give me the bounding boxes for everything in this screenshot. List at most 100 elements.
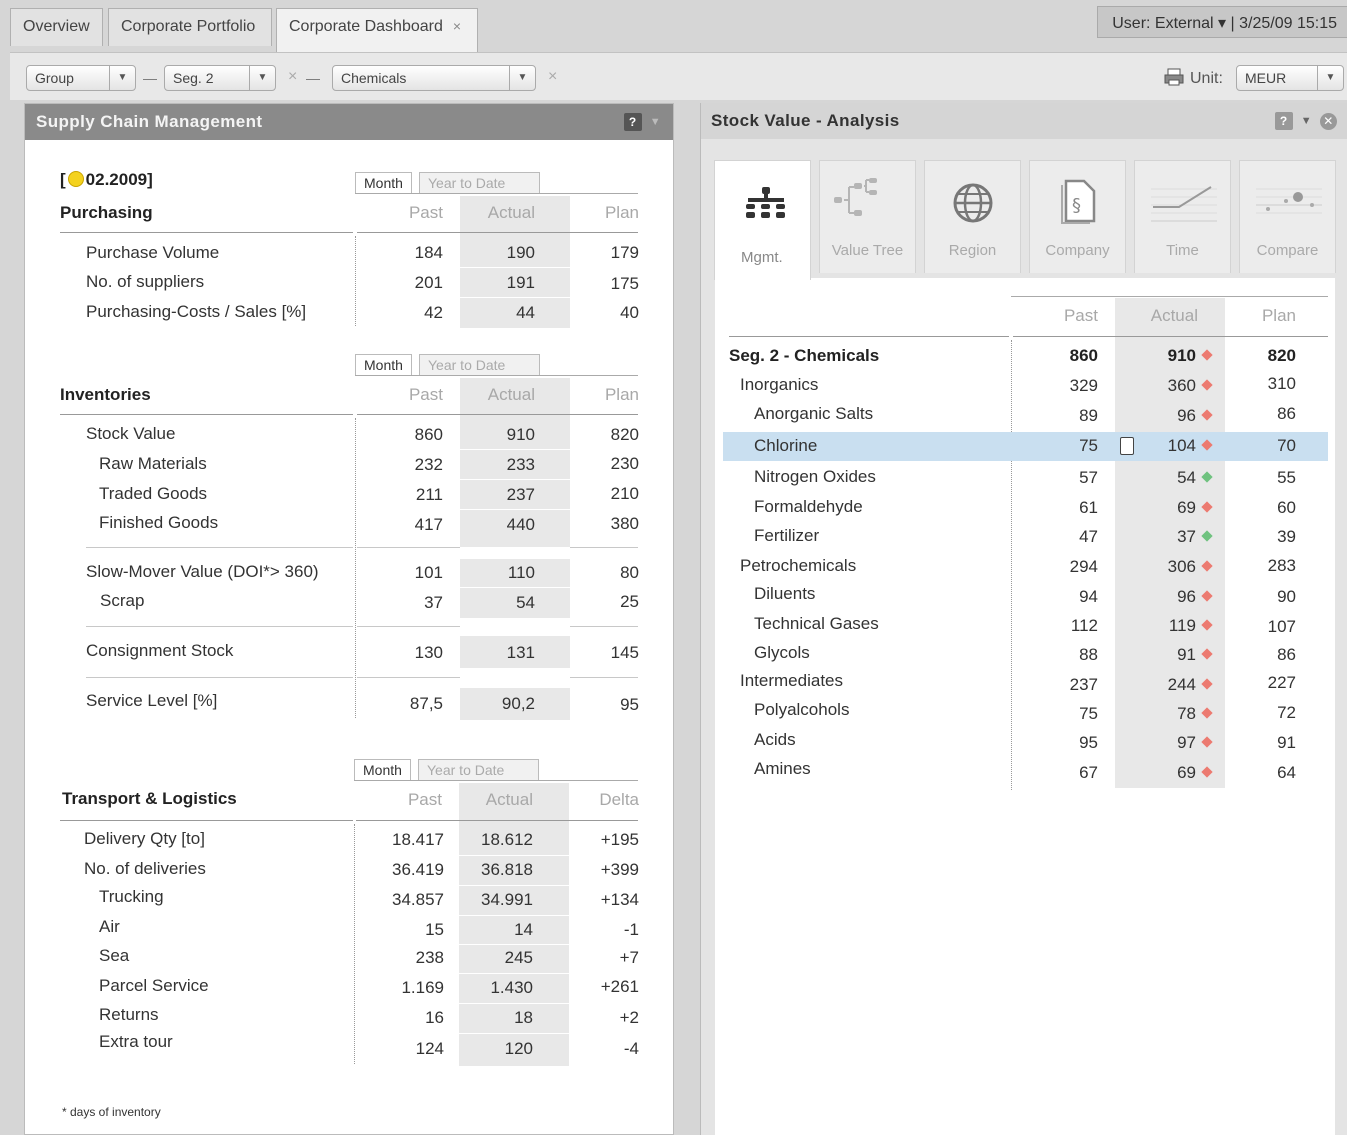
row-label: Anorganic Salts xyxy=(754,404,874,423)
segment-select[interactable]: Seg. 2 ▼ xyxy=(164,65,276,91)
cell-past: 75 xyxy=(1079,436,1098,455)
status-dot-icon xyxy=(67,171,84,187)
tab-label: Mgmt. xyxy=(741,249,783,266)
help-icon[interactable]: ? xyxy=(623,113,642,131)
cell-past: 294 xyxy=(1069,557,1098,576)
cell-actual: 44 xyxy=(516,303,535,322)
segment-select-value: Seg. 2 xyxy=(173,70,214,86)
clear-segment-icon[interactable]: × xyxy=(288,68,297,86)
divider xyxy=(355,236,356,326)
cell-plan: 210 xyxy=(610,484,639,503)
row-label: Parcel Service xyxy=(99,976,209,995)
row-label: Fertilizer xyxy=(754,526,820,545)
tab-month[interactable]: Month xyxy=(355,172,412,193)
divider xyxy=(60,232,353,233)
clear-division-icon[interactable]: × xyxy=(548,68,557,86)
cell-plan: 64 xyxy=(1277,763,1296,782)
chevron-down-icon[interactable]: ▼ xyxy=(650,116,661,128)
tab-region[interactable]: Region xyxy=(924,160,1021,273)
cell-actual: 104 xyxy=(1115,436,1213,456)
close-tab-icon[interactable]: × xyxy=(453,18,461,34)
cell-past: 329 xyxy=(1069,376,1098,395)
company-document-icon: § xyxy=(1061,179,1096,224)
division-select[interactable]: Chemicals ▼ xyxy=(332,65,536,91)
row-label: Consignment Stock xyxy=(86,641,234,660)
close-panel-icon[interactable]: ✕ xyxy=(1320,112,1337,130)
cell-past: 201 xyxy=(414,273,443,292)
org-chart-icon xyxy=(746,187,785,218)
filter-bar: Group ▼ — Seg. 2 ▼ × — Chemicals ▼ × Uni… xyxy=(10,52,1347,100)
print-icon[interactable] xyxy=(1164,68,1184,91)
cell-delta: -4 xyxy=(623,1039,639,1058)
tab-compare[interactable]: Compare xyxy=(1239,160,1336,273)
tab-year-to-date[interactable]: Year to Date xyxy=(419,172,540,193)
tab-mgmt[interactable]: Mgmt. xyxy=(714,160,811,280)
cell-actual: 191 xyxy=(506,273,535,292)
divider xyxy=(1011,340,1012,790)
status-red-icon xyxy=(1201,560,1213,572)
divider xyxy=(460,479,570,480)
panel-title: Supply Chain Management xyxy=(36,112,263,131)
row-label: Traded Goods xyxy=(99,484,208,503)
cell-past: 95 xyxy=(1079,733,1098,752)
tab-year-to-date[interactable]: Year to Date xyxy=(418,759,539,780)
unit-select[interactable]: MEUR ▼ xyxy=(1236,65,1344,91)
col-header-plan: Plan xyxy=(1261,306,1296,325)
actual-value: 37 xyxy=(1177,527,1196,546)
chevron-down-icon[interactable]: ▼ xyxy=(109,66,135,90)
tab-time[interactable]: Time xyxy=(1134,160,1231,273)
row-label: No. of deliveries xyxy=(84,859,206,878)
col-header-delta: Delta xyxy=(599,790,639,809)
chevron-down-icon[interactable]: ▼ xyxy=(249,66,275,90)
divider xyxy=(1011,296,1328,297)
cell-past: 101 xyxy=(414,563,443,582)
chevron-down-icon[interactable]: ▼ xyxy=(1301,115,1312,127)
divider xyxy=(460,267,570,268)
row-label: Inorganics xyxy=(740,375,819,394)
cell-actual: 119 xyxy=(1115,616,1213,636)
tab-year-to-date[interactable]: Year to Date xyxy=(419,354,540,375)
help-icon[interactable]: ? xyxy=(1274,112,1293,130)
cell-actual: 96 xyxy=(1115,587,1213,607)
tab-overview[interactable]: Overview xyxy=(10,8,103,46)
col-header-plan: Plan xyxy=(604,385,639,404)
cell-actual: 18.612 xyxy=(481,830,533,849)
col-header-actual: Actual xyxy=(1150,306,1198,325)
cell-actual: 190 xyxy=(506,243,535,262)
actual-value: 69 xyxy=(1177,763,1196,782)
row-label: Diluents xyxy=(754,584,816,603)
status-red-icon xyxy=(1201,409,1213,421)
chevron-down-icon[interactable]: ▼ xyxy=(1317,66,1343,90)
tab-corporate-dashboard[interactable]: Corporate Dashboard × xyxy=(276,8,478,53)
tab-corporate-dashboard-label: Corporate Dashboard xyxy=(289,18,443,35)
divider xyxy=(86,626,353,627)
cell-past: 37 xyxy=(424,593,443,612)
tab-month[interactable]: Month xyxy=(354,759,411,780)
cell-past: 88 xyxy=(1079,645,1098,664)
supply-chain-panel-header: Supply Chain Management ? ▼ xyxy=(25,104,673,140)
user-info[interactable]: User: External ▾ | 3/25/09 15:15 xyxy=(1097,6,1347,38)
top-tab-bar: Overview Corporate Portfolio Corporate D… xyxy=(0,0,1347,53)
tab-corporate-portfolio[interactable]: Corporate Portfolio xyxy=(108,8,272,46)
cell-actual: 36.818 xyxy=(481,860,533,879)
group-select[interactable]: Group ▼ xyxy=(26,65,136,91)
row-label: Finished Goods xyxy=(99,513,219,532)
tab-label: Company xyxy=(1045,242,1110,259)
section-title: Purchasing xyxy=(60,203,153,222)
divider xyxy=(354,824,355,1064)
cell-plan: 310 xyxy=(1267,374,1296,393)
divider xyxy=(355,418,356,718)
col-header-past: Past xyxy=(408,203,443,222)
tab-value-tree[interactable]: Value Tree xyxy=(819,160,916,273)
chevron-down-icon[interactable]: ▼ xyxy=(509,66,535,90)
divider xyxy=(729,336,1009,337)
cell-plan: 91 xyxy=(1277,733,1296,752)
cell-past: 130 xyxy=(414,643,443,662)
cell-plan: 55 xyxy=(1277,468,1296,487)
compare-icon xyxy=(1256,188,1322,214)
row-label: Air xyxy=(99,917,120,936)
separator-dash: — xyxy=(306,70,320,86)
tab-month[interactable]: Month xyxy=(355,354,412,375)
cell-plan: 72 xyxy=(1277,703,1296,722)
tab-company[interactable]: § Company xyxy=(1029,160,1126,273)
